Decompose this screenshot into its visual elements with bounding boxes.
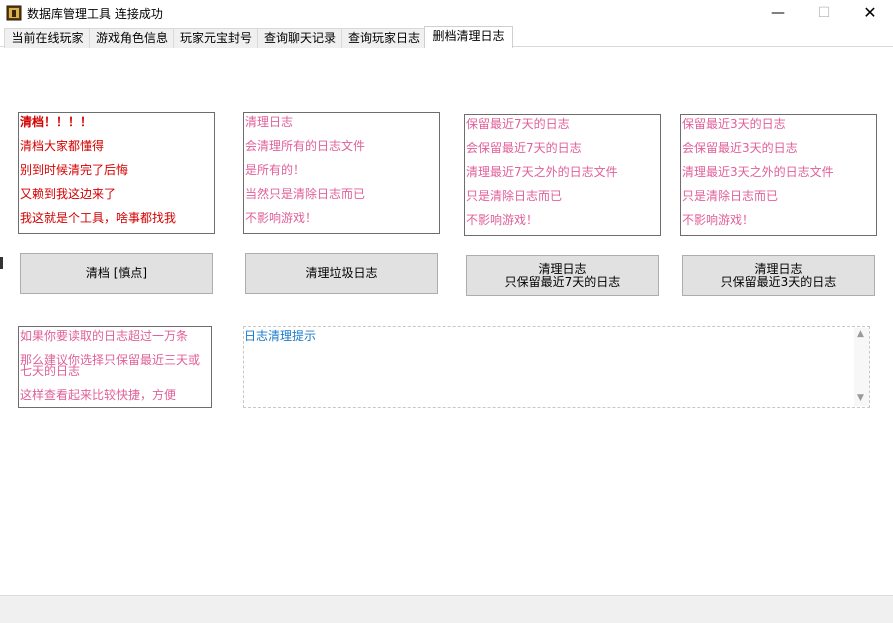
log-cleanup-hint-area[interactable]: 日志清理提示 ▲ ▼ — [243, 326, 870, 408]
clear-all-info-line: 当然只是清除日志而已 — [245, 187, 366, 201]
clear-all-info-line: 不影响游戏！ — [245, 211, 318, 225]
tab-chat-records[interactable]: 查询聊天记录 — [257, 28, 343, 48]
wipe-warning-line: 清档大家都懂得 — [20, 139, 105, 153]
keep-7-days-info-box: 保留最近7天的日志 会保留最近7天的日志 清理最近7天之外的日志文件 只是清除日… — [464, 114, 661, 236]
keep-7-days-button[interactable]: 清理日志 只保留最近7天的日志 — [466, 255, 659, 296]
keep-3-days-button[interactable]: 清理日志 只保留最近3天的日志 — [682, 255, 875, 296]
clear-all-info-line: 是所有的！ — [245, 163, 306, 177]
tab-character-info[interactable]: 游戏角色信息 — [89, 28, 175, 48]
advice-line: 这样查看起来比较快捷，方便 — [20, 388, 177, 402]
app-icon — [6, 5, 22, 21]
keep-7-info-line: 清理最近7天之外的日志文件 — [466, 165, 618, 179]
clear-all-info-line: 清理日志 — [245, 115, 294, 129]
window-edge-marker — [0, 257, 3, 269]
window-title: 数据库管理工具 连接成功 — [27, 7, 163, 21]
wipe-warning-box: 清档！！！！ 清档大家都懂得 别到时候清完了后悔 又赖到我这边来了 我这就是个工… — [18, 112, 215, 234]
keep-3-info-line: 只是清除日志而已 — [682, 189, 779, 203]
wipe-button[interactable]: 清档 [慎点] — [20, 253, 213, 294]
keep-3-days-info-box: 保留最近3天的日志 会保留最近3天的日志 清理最近3天之外的日志文件 只是清除日… — [680, 114, 877, 236]
scroll-down-icon[interactable]: ▼ — [857, 393, 864, 403]
tab-player-logs[interactable]: 查询玩家日志 — [341, 28, 427, 48]
tab-online-players[interactable]: 当前在线玩家 — [4, 28, 91, 48]
hint-text: 日志清理提示 — [244, 329, 317, 343]
keep-3-info-line: 清理最近3天之外的日志文件 — [682, 165, 834, 179]
close-icon[interactable]: ✕ — [847, 0, 893, 26]
keep-3-button-line2: 只保留最近3天的日志 — [720, 275, 837, 289]
keep-7-info-line: 不影响游戏！ — [466, 213, 539, 227]
clear-all-info-box: 清理日志 会清理所有的日志文件 是所有的！ 当然只是清除日志而已 不影响游戏！ — [243, 112, 440, 234]
wipe-warning-line: 又赖到我这边来了 — [20, 187, 117, 201]
minimize-icon[interactable]: — — [755, 0, 801, 26]
keep-7-button-line2: 只保留最近7天的日志 — [504, 275, 621, 289]
wipe-warning-line: 我这就是个工具，啥事都找我 — [20, 211, 177, 225]
status-bar — [0, 595, 893, 623]
keep-7-info-line: 保留最近7天的日志 — [466, 117, 570, 131]
tab-wipe-logs[interactable]: 删档清理日志 — [424, 26, 513, 48]
advice-line: 七天的日志 — [20, 364, 81, 378]
clear-junk-logs-button[interactable]: 清理垃圾日志 — [245, 253, 438, 294]
scroll-up-icon[interactable]: ▲ — [857, 329, 864, 339]
tab-strip: 当前在线玩家 游戏角色信息 玩家元宝封号 查询聊天记录 查询玩家日志 删档清理日… — [0, 26, 893, 48]
keep-7-info-line: 只是清除日志而已 — [466, 189, 563, 203]
hint-scrollbar[interactable]: ▲ ▼ — [854, 328, 869, 406]
wipe-warning-line: 清档！！！！ — [20, 115, 93, 129]
tab-ingot-ban[interactable]: 玩家元宝封号 — [173, 28, 259, 48]
wipe-warning-line: 别到时候清完了后悔 — [20, 163, 129, 177]
keep-7-info-line: 会保留最近7天的日志 — [466, 141, 582, 155]
maximize-icon[interactable]: ☐ — [801, 0, 847, 26]
keep-3-info-line: 保留最近3天的日志 — [682, 117, 786, 131]
advice-box: 如果你要读取的日志超过一万条 那么建议你选择只保留最近三天或 七天的日志 这样查… — [18, 326, 212, 408]
advice-line: 如果你要读取的日志超过一万条 — [20, 329, 189, 343]
keep-3-info-line: 会保留最近3天的日志 — [682, 141, 798, 155]
keep-3-info-line: 不影响游戏！ — [682, 213, 755, 227]
clear-all-info-line: 会清理所有的日志文件 — [245, 139, 366, 153]
